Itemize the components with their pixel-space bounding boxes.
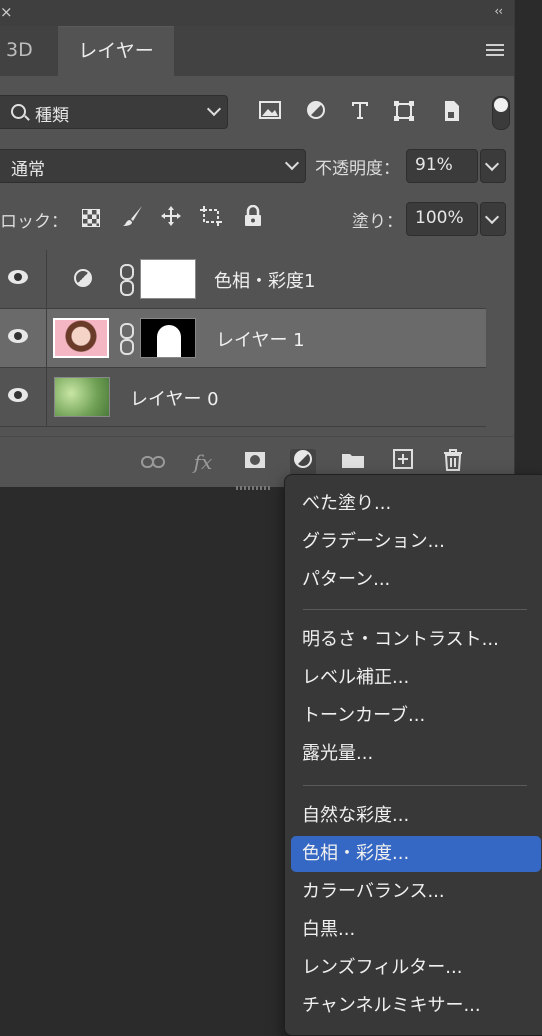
layer-name[interactable]: 色相・彩度1 — [214, 267, 315, 293]
chevron-down-icon — [484, 209, 500, 225]
layer-row-layer-1[interactable]: レイヤー 1 — [0, 309, 486, 368]
lock-image-brush-icon[interactable] — [120, 205, 146, 231]
close-panel-icon[interactable]: × — [0, 3, 13, 21]
layer-mask-thumbnail[interactable] — [140, 259, 196, 299]
fill-dropdown[interactable] — [480, 202, 506, 236]
blend-mode-value: 通常 — [11, 160, 45, 180]
opacity-label: 不透明度： — [315, 159, 400, 179]
menu-item-exposure[interactable]: 露光量... — [285, 736, 542, 772]
fill-value: 100% — [415, 208, 464, 228]
type-filter-icon[interactable] — [348, 100, 372, 124]
chain-link-icon[interactable] — [120, 264, 134, 296]
opacity-value: 91% — [415, 155, 453, 175]
panel-title-bar: × ‹‹ — [0, 0, 514, 26]
menu-item-brightness-contrast[interactable]: 明るさ・コントラスト... — [285, 622, 542, 658]
menu-item-solid-color[interactable]: べた塗り... — [285, 486, 542, 522]
folder-icon[interactable] — [340, 449, 366, 475]
layer-row-layer-0[interactable]: レイヤー 0 — [0, 368, 486, 427]
lock-label: ロック： — [0, 212, 68, 232]
layer-name[interactable]: レイヤー 0 — [130, 385, 219, 411]
filter-toggle[interactable] — [492, 96, 510, 130]
panel-menu-icon[interactable] — [486, 44, 504, 56]
fill-input[interactable]: 100% — [406, 202, 478, 236]
link-layers-icon[interactable] — [140, 449, 166, 475]
adjustment-layer-menu: べた塗り... グラデーション... パターン... 明るさ・コントラスト...… — [284, 474, 542, 1036]
smart-object-filter-icon[interactable] — [440, 100, 464, 124]
image-filter-icon[interactable] — [258, 100, 282, 124]
lock-all-icon[interactable] — [240, 204, 266, 231]
menu-item-hue-saturation[interactable]: 色相・彩度... — [291, 836, 541, 872]
new-layer-icon[interactable] — [390, 449, 416, 475]
layer-thumbnail[interactable] — [53, 318, 109, 358]
menu-separator — [303, 785, 527, 786]
trash-icon[interactable] — [440, 449, 466, 475]
search-icon — [11, 104, 26, 119]
chevron-down-icon — [206, 101, 222, 117]
lock-artboard-icon[interactable] — [198, 205, 224, 231]
chevron-down-icon — [284, 155, 300, 171]
menu-item-vibrance[interactable]: 自然な彩度... — [285, 798, 542, 834]
shape-filter-icon[interactable] — [392, 100, 416, 124]
lock-transparent-icon[interactable] — [78, 205, 104, 231]
tab-layers[interactable]: レイヤー — [58, 26, 174, 77]
fx-icon[interactable]: fx — [190, 449, 216, 475]
opacity-input[interactable]: 91% — [406, 149, 478, 183]
visibility-eye-icon[interactable] — [8, 270, 28, 284]
menu-item-gradient[interactable]: グラデーション... — [285, 524, 542, 560]
layer-mask-thumbnail[interactable] — [140, 318, 196, 358]
chain-link-icon[interactable] — [120, 323, 134, 355]
menu-item-photo-filter[interactable]: レンズフィルター... — [285, 950, 542, 986]
layer-row-hue-saturation[interactable]: 色相・彩度1 — [0, 250, 486, 309]
adjustment-layer-icon — [74, 269, 92, 287]
fill-label: 塗り： — [352, 212, 403, 232]
chevron-down-icon — [484, 156, 500, 172]
menu-item-curves[interactable]: トーンカーブ... — [285, 698, 542, 734]
panel-resize-grip[interactable] — [236, 486, 272, 490]
tab-3d[interactable]: 3D — [6, 26, 46, 76]
layer-filter-select[interactable]: 種類 — [0, 95, 228, 129]
visibility-eye-icon[interactable] — [8, 329, 28, 343]
filter-kind-label: 種類 — [35, 106, 69, 126]
layer-thumbnail[interactable] — [54, 377, 110, 417]
panel-tab-bar: 3D レイヤー — [0, 26, 514, 77]
opacity-dropdown[interactable] — [480, 149, 506, 183]
visibility-eye-icon[interactable] — [8, 388, 28, 402]
menu-item-pattern[interactable]: パターン... — [285, 562, 542, 598]
new-adjustment-layer-icon[interactable] — [290, 449, 316, 475]
menu-item-black-white[interactable]: 白黒... — [285, 912, 542, 948]
menu-item-color-balance[interactable]: カラーバランス... — [285, 874, 542, 910]
menu-separator — [303, 609, 527, 610]
blend-mode-select[interactable]: 通常 — [0, 149, 306, 183]
layers-list: 色相・彩度1 レイヤー 1 レイヤー 0 — [0, 250, 486, 432]
menu-item-levels[interactable]: レベル補正... — [285, 660, 542, 696]
add-mask-icon[interactable] — [242, 449, 268, 475]
lock-position-move-icon[interactable] — [158, 205, 184, 231]
layers-panel: × ‹‹ 3D レイヤー 種類 通常 不透明度： 91% ロック： 塗り： 10… — [0, 0, 515, 487]
adjustment-filter-icon[interactable] — [304, 100, 328, 124]
menu-item-channel-mixer[interactable]: チャンネルミキサー... — [285, 988, 542, 1024]
layer-name[interactable]: レイヤー 1 — [216, 326, 305, 352]
collapse-panel-icon[interactable]: ‹‹ — [494, 4, 503, 18]
